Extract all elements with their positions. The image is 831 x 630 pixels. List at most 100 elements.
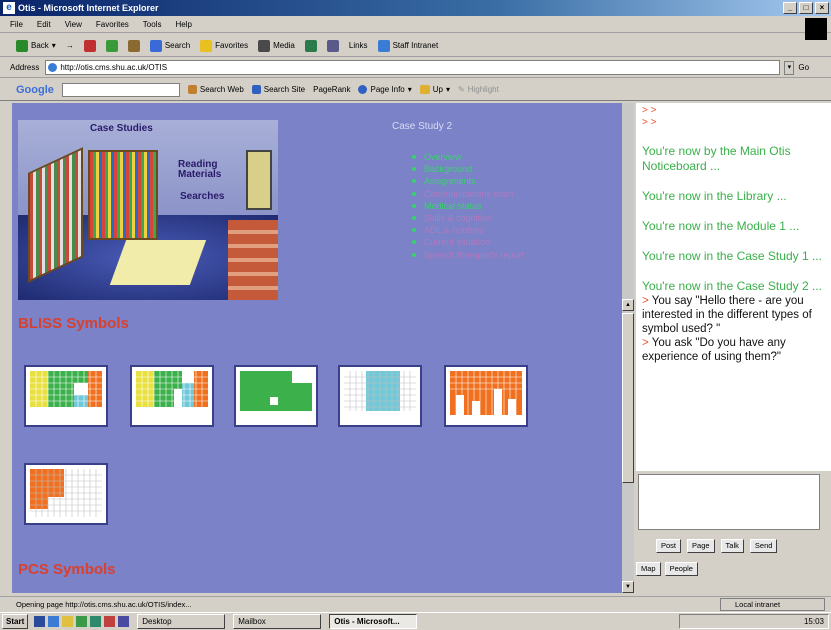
highlight-button[interactable]: ✎ Highlight — [458, 85, 499, 94]
ie-icon: e — [3, 2, 15, 14]
taskbar-mailbox[interactable]: Mailbox — [233, 614, 322, 629]
google-search-input[interactable] — [61, 82, 180, 97]
case-study-link[interactable]: Skills & cognition — [412, 212, 524, 224]
search-web-button[interactable]: Search Web — [187, 85, 244, 94]
go-button[interactable]: Go — [798, 63, 809, 72]
media-button[interactable]: Media — [258, 39, 295, 52]
case-study-link[interactable]: ADL & hobbies — [412, 224, 524, 236]
pagerank-indicator[interactable]: PageRank — [313, 85, 350, 94]
chat-input[interactable] — [638, 474, 820, 530]
refresh-icon — [105, 39, 118, 52]
send-button[interactable]: Send — [749, 539, 778, 553]
page-button[interactable]: Page — [687, 539, 715, 553]
back-arrow-icon — [16, 39, 28, 52]
symbol-grid-1 — [26, 367, 106, 425]
home-icon — [127, 39, 140, 52]
reading-materials-label[interactable]: Reading Materials — [178, 160, 248, 180]
menu-help[interactable]: Help — [175, 20, 191, 29]
library-scene-image[interactable]: Case Studies Reading Materials Searches — [18, 120, 278, 300]
links-label: Links — [348, 41, 368, 50]
forward-button[interactable]: → — [66, 41, 74, 50]
case-study-link[interactable]: Current situation — [412, 236, 524, 248]
google-toolbar: Google Search Web Search Site PageRank P… — [0, 79, 831, 101]
taskbar-desktop[interactable]: Desktop — [137, 614, 226, 629]
quicklaunch-icon[interactable] — [48, 616, 60, 627]
window-controls: _ □ × — [783, 2, 829, 14]
case-study-link[interactable]: Background — [412, 163, 524, 175]
start-button[interactable]: Start — [2, 614, 29, 629]
staff-intranet-link[interactable]: Staff Intranet — [377, 39, 438, 52]
search-site-button[interactable]: Search Site — [251, 85, 305, 94]
symbol-chart-thumbnail[interactable] — [444, 365, 528, 427]
quicklaunch-icon[interactable] — [76, 616, 88, 627]
symbol-chart-thumbnail[interactable] — [234, 365, 318, 427]
case-study-link[interactable]: Speech therapist's report — [412, 249, 524, 261]
favorites-button[interactable]: Favorites — [200, 39, 248, 52]
quicklaunch-icon[interactable] — [118, 616, 130, 627]
quicklaunch-icon[interactable] — [62, 616, 74, 627]
case-study-link[interactable]: Assignments — [412, 175, 524, 187]
search-site-icon — [251, 85, 261, 94]
map-button[interactable]: Map — [636, 562, 661, 576]
minimize-icon[interactable]: _ — [783, 2, 797, 14]
taskbar-otis[interactable]: Otis - Microsoft... — [329, 614, 418, 629]
symbol-chart-thumbnail[interactable] — [24, 463, 108, 525]
page-scrollbar[interactable]: ▲ ▼ — [622, 103, 634, 593]
scroll-up-icon[interactable]: ▲ — [622, 299, 634, 311]
history-icon — [304, 39, 317, 52]
quicklaunch-icon[interactable] — [34, 616, 46, 627]
chat-message: > You say "Hello there - are you interes… — [642, 295, 812, 335]
symbol-chart-thumbnail[interactable] — [24, 365, 108, 427]
quicklaunch-icon[interactable] — [90, 616, 102, 627]
talk-button[interactable]: Talk — [720, 539, 744, 553]
up-button[interactable]: Up ▾ — [419, 85, 450, 94]
menu-favorites[interactable]: Favorites — [96, 20, 129, 29]
case-study-link[interactable]: Medical status — [412, 200, 524, 212]
mail-button[interactable] — [326, 39, 339, 52]
scroll-down-icon[interactable]: ▼ — [622, 581, 634, 593]
menu-file[interactable]: File — [10, 20, 23, 29]
people-button[interactable]: People — [664, 562, 698, 576]
menu-edit[interactable]: Edit — [37, 20, 51, 29]
scene-stairs — [228, 220, 278, 300]
scene-bookshelf[interactable] — [88, 150, 158, 240]
chat-location-message: You're now in the Library ... — [642, 189, 787, 203]
address-label: Address — [10, 63, 40, 72]
pcs-symbols-heading: PCS Symbols — [18, 561, 116, 578]
chat-button-row: Post Page Talk Send — [656, 539, 778, 553]
security-zone: Local intranet — [720, 598, 825, 611]
maximize-icon[interactable]: □ — [799, 2, 813, 14]
symbol-grid-3 — [236, 367, 316, 425]
scrollbar-thumb[interactable] — [622, 313, 634, 483]
system-tray: 15:03 — [679, 614, 829, 629]
symbol-chart-thumbnail[interactable] — [130, 365, 214, 427]
post-button[interactable]: Post — [656, 539, 682, 553]
symbol-chart-thumbnail[interactable] — [338, 365, 422, 427]
scene-table — [109, 240, 207, 285]
address-dropdown-icon[interactable]: ▾ — [784, 60, 795, 75]
google-logo[interactable]: Google — [16, 84, 54, 96]
back-button[interactable]: Back ▾ — [16, 39, 56, 52]
menu-tools[interactable]: Tools — [143, 20, 162, 29]
address-input[interactable]: http://otis.cms.shu.ac.uk/OTIS — [45, 60, 781, 75]
searches-label[interactable]: Searches — [180, 192, 224, 202]
chat-marker: > — [642, 337, 649, 349]
case-studies-label[interactable]: Case Studies — [90, 124, 153, 134]
stop-button[interactable] — [83, 39, 96, 52]
home-button[interactable] — [127, 39, 140, 52]
search-web-icon — [187, 85, 197, 94]
case-study-link[interactable]: Communications chart — [412, 188, 524, 200]
case-study-link[interactable]: Overview — [412, 151, 524, 163]
chat-marker: > — [642, 295, 649, 307]
close-icon[interactable]: × — [815, 2, 829, 14]
history-button[interactable] — [304, 39, 317, 52]
menu-view[interactable]: View — [65, 20, 82, 29]
scene-door[interactable] — [246, 150, 272, 210]
quicklaunch-icon[interactable] — [104, 616, 116, 627]
refresh-button[interactable] — [105, 39, 118, 52]
browser-window: e Otis - Microsoft Internet Explorer _ □… — [0, 0, 831, 630]
page-info-button[interactable]: Page Info ▾ — [358, 85, 412, 94]
page-content: Case Studies Reading Materials Searches … — [12, 103, 622, 593]
search-button[interactable]: Search — [149, 39, 190, 52]
chat-nav-row: Map People — [636, 562, 698, 576]
